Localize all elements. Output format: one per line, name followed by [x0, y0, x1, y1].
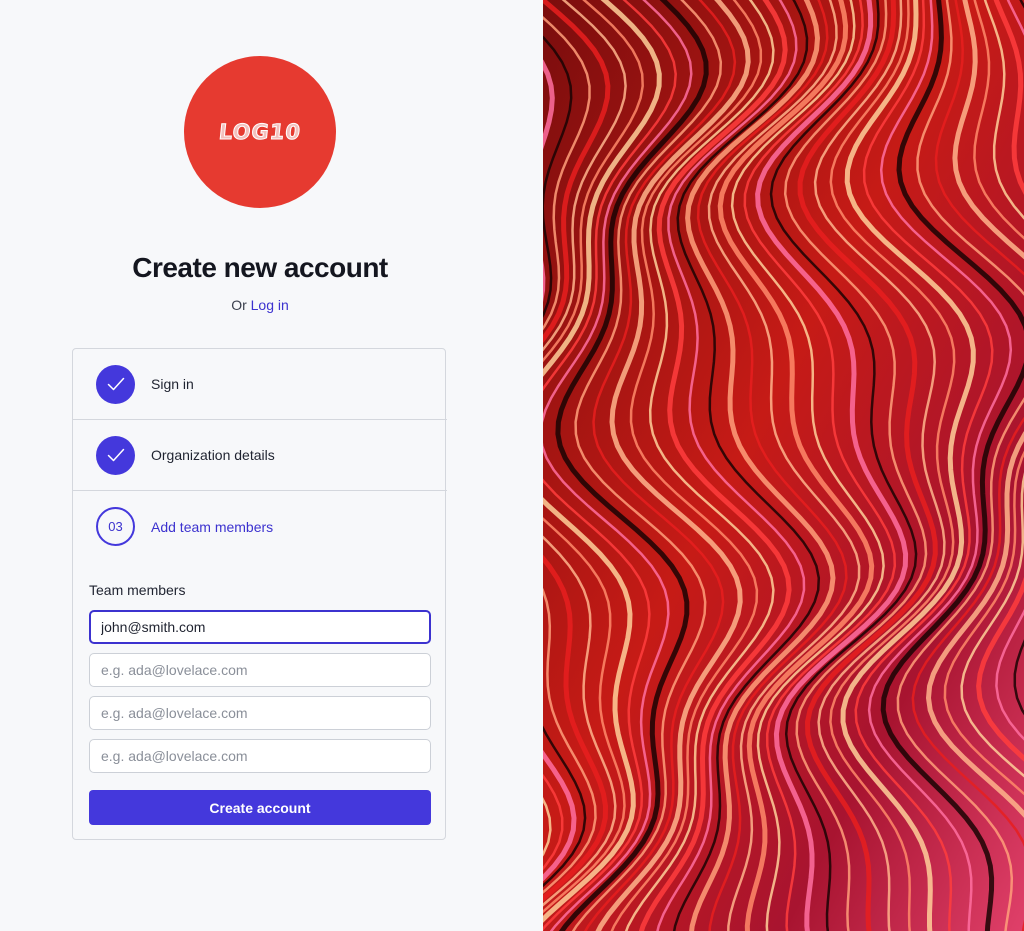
signup-panel: LOG10 Create new account Or Log in Sign …	[0, 0, 543, 931]
step-label: Sign in	[151, 376, 194, 392]
abstract-wave-artwork	[543, 0, 1024, 931]
step-label: Organization details	[151, 447, 275, 463]
step-add-team-members: 03 Add team members	[73, 491, 447, 562]
team-member-email-input-3[interactable]	[89, 696, 431, 730]
logo-text: LOG10	[217, 120, 303, 145]
step-complete-badge	[96, 364, 135, 404]
signup-steps-card: Sign in Organization details 03 Add team…	[72, 348, 447, 840]
step-number-badge: 03	[96, 507, 135, 546]
team-member-email-input-4[interactable]	[89, 739, 431, 773]
step-complete-badge	[96, 435, 135, 475]
hero-image	[543, 0, 1024, 931]
step-sign-in: Sign in	[73, 349, 447, 420]
login-link[interactable]: Log in	[251, 297, 289, 313]
team-member-email-input-1[interactable]	[89, 610, 431, 644]
create-account-button[interactable]: Create account	[89, 790, 431, 825]
or-text: Or	[231, 297, 247, 313]
team-members-label: Team members	[89, 582, 186, 598]
check-icon	[107, 377, 124, 391]
logo: LOG10	[184, 56, 336, 208]
step-organization-details: Organization details	[73, 420, 447, 491]
check-icon	[107, 448, 124, 462]
login-prompt: Or Log in	[0, 297, 520, 313]
step-label: Add team members	[151, 518, 274, 535]
team-member-email-input-2[interactable]	[89, 653, 431, 687]
page-title: Create new account	[132, 252, 388, 283]
